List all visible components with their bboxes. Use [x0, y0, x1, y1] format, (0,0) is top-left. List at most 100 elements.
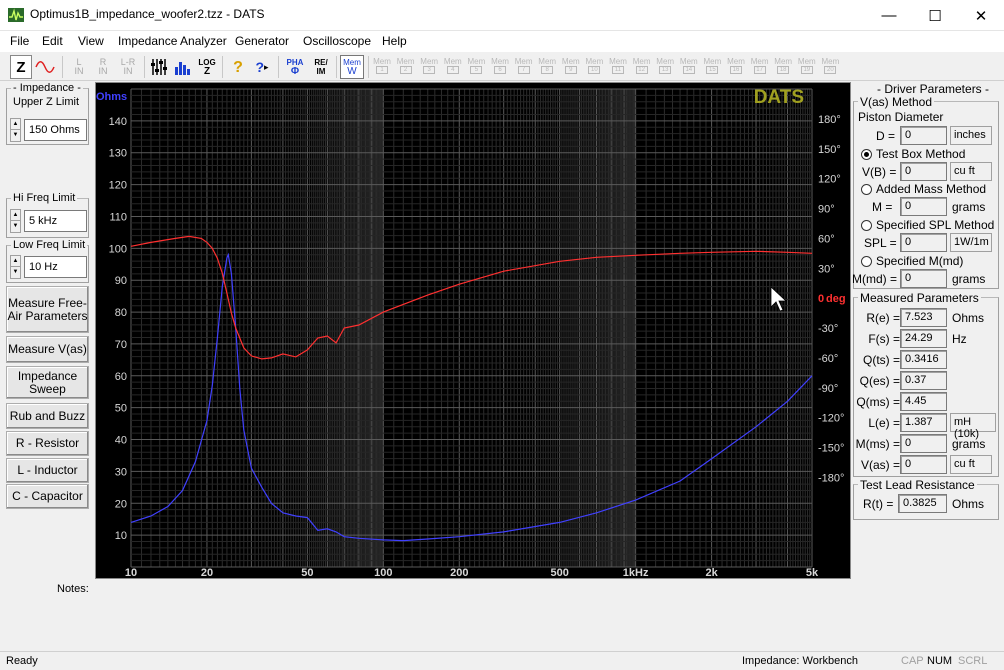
menu-file[interactable]: File — [10, 34, 29, 48]
low-freq-spinner[interactable]: ▲ ▼ — [10, 255, 21, 279]
memory-slot-label: Mem — [774, 57, 793, 66]
spl-field[interactable]: 0 — [900, 233, 947, 252]
left-input-button[interactable]: L IN — [68, 55, 90, 79]
measured-value[interactable]: 0 — [900, 455, 947, 474]
hi-freq-value[interactable]: 5 kHz — [24, 210, 87, 232]
right-input-button[interactable]: R IN — [92, 55, 114, 79]
spin-up-icon[interactable]: ▲ — [11, 256, 20, 267]
mmd-field[interactable]: 0 — [900, 269, 947, 288]
memory-slot-20[interactable]: Mem 20 — [820, 57, 840, 77]
phase-button[interactable]: PHA Φ — [283, 55, 307, 79]
generator-mode-button[interactable] — [34, 55, 56, 79]
memory-slot-14[interactable]: Mem 14 — [679, 57, 699, 77]
measure-free-air-button[interactable]: Measure Free-Air Parameters — [6, 286, 89, 333]
measured-value[interactable]: 0.37 — [900, 371, 947, 390]
help-button[interactable]: ? — [227, 55, 249, 79]
upper-z-value[interactable]: 150 Ohms — [24, 119, 87, 141]
rt-field[interactable]: 0.3825 — [898, 494, 947, 513]
capacitor-button[interactable]: C - Capacitor — [6, 484, 89, 509]
impedance-sweep-button[interactable]: Impedance Sweep — [6, 366, 89, 399]
memory-slot-2[interactable]: Mem 2 — [396, 57, 416, 77]
added-mass-field[interactable]: 0 — [900, 197, 947, 216]
menu-generator[interactable]: Generator — [235, 34, 289, 48]
measured-value[interactable]: 0 — [900, 434, 947, 453]
menu-impedance-analyzer[interactable]: Impedance Analyzer — [118, 34, 227, 48]
memory-slot-1[interactable]: Mem 1 — [372, 57, 392, 77]
test-lead-label: Test Lead Resistance — [858, 478, 977, 492]
impedance-plot[interactable]: 10 20 30 40 50 60 70 80 90 100 110 120 130 140 Ohms 180… — [95, 82, 851, 579]
memory-slot-number: 9 — [564, 66, 577, 74]
memory-slot-16[interactable]: Mem 16 — [726, 57, 746, 77]
close-button[interactable]: ✕ — [958, 0, 1004, 31]
y-tick-label: 90 — [115, 275, 127, 287]
measured-value[interactable]: 1.387 — [900, 413, 947, 432]
menu-view[interactable]: View — [78, 34, 104, 48]
memory-slot-number: 17 — [753, 66, 766, 74]
memory-slot-6[interactable]: Mem 6 — [490, 57, 510, 77]
measure-vas-button[interactable]: Measure V(as) — [6, 336, 89, 363]
log-z-button[interactable]: LOG Z — [196, 55, 218, 79]
vb-unit: cu ft — [950, 162, 992, 181]
status-scrl: SCRL — [958, 655, 988, 667]
measured-value[interactable]: 24.29 — [900, 329, 947, 348]
minimize-button[interactable]: — — [866, 0, 912, 31]
rub-and-buzz-button[interactable]: Rub and Buzz — [6, 403, 89, 429]
memory-slot-18[interactable]: Mem 18 — [773, 57, 793, 77]
spin-down-icon[interactable]: ▼ — [11, 221, 20, 232]
memory-slot-label: Mem — [585, 57, 604, 66]
piston-diameter-label: Piston Diameter — [858, 110, 944, 124]
left-right-input-button[interactable]: L-R IN — [116, 55, 140, 79]
menu-help[interactable]: Help — [382, 34, 407, 48]
measured-unit: Hz — [952, 332, 967, 346]
inductor-button[interactable]: L - Inductor — [6, 458, 89, 483]
memory-slot-number: 1 — [376, 66, 388, 74]
impedance-chart[interactable]: 102030405060708090100110120130140Ohms180… — [96, 83, 850, 579]
maximize-button[interactable]: ☐ — [912, 0, 958, 31]
bar-graph-button[interactable] — [172, 55, 194, 79]
memory-slot-11[interactable]: Mem 11 — [608, 57, 628, 77]
memory-slot-5[interactable]: Mem 5 — [466, 57, 486, 77]
memory-slot-13[interactable]: Mem 13 — [655, 57, 675, 77]
piston-diameter-field[interactable]: 0 — [900, 126, 947, 145]
upper-z-spinner[interactable]: ▲ ▼ — [10, 118, 21, 142]
low-freq-limit-group: Low Freq Limit ▲ ▼ 10 Hz — [6, 239, 89, 283]
memory-slot-label: Mem — [797, 57, 816, 66]
low-freq-value[interactable]: 10 Hz — [24, 256, 87, 278]
context-help-button[interactable]: ? ▸ — [251, 55, 273, 79]
memory-slot-9[interactable]: Mem 9 — [561, 57, 581, 77]
sliders-button[interactable] — [148, 55, 170, 79]
memory-slot-17[interactable]: Mem 17 — [750, 57, 770, 77]
spin-down-icon[interactable]: ▼ — [11, 130, 20, 141]
memory-slot-3[interactable]: Mem 3 — [419, 57, 439, 77]
specified-spl-radio[interactable] — [861, 220, 872, 231]
spin-up-icon[interactable]: ▲ — [11, 210, 20, 221]
spin-up-icon[interactable]: ▲ — [11, 119, 20, 130]
added-mass-radio[interactable] — [861, 184, 872, 195]
memory-slot-7[interactable]: Mem 7 — [514, 57, 534, 77]
hi-freq-spinner[interactable]: ▲ ▼ — [10, 209, 21, 233]
memory-slot-10[interactable]: Mem 10 — [584, 57, 604, 77]
memory-slot-4[interactable]: Mem 4 — [443, 57, 463, 77]
memory-slot-15[interactable]: Mem 15 — [702, 57, 722, 77]
vb-field[interactable]: 0 — [900, 162, 947, 181]
y-tick-label: 40 — [115, 435, 127, 447]
memory-slot-8[interactable]: Mem 8 — [537, 57, 557, 77]
mem-write-button[interactable]: Mem W — [340, 55, 364, 79]
memory-slot-12[interactable]: Mem 12 — [632, 57, 652, 77]
y2-axis-label: deg — [826, 293, 846, 305]
spin-down-icon[interactable]: ▼ — [11, 267, 20, 278]
measured-value[interactable]: 0.3416 — [900, 350, 947, 369]
y-axis-label: Ohms — [96, 91, 127, 103]
re-im-button[interactable]: RE/ IM — [309, 55, 333, 79]
menu-oscilloscope[interactable]: Oscilloscope — [303, 34, 371, 48]
measured-value[interactable]: 7.523 — [900, 308, 947, 327]
menu-edit[interactable]: Edit — [42, 34, 63, 48]
resistor-button[interactable]: R - Resistor — [6, 431, 89, 456]
test-box-radio[interactable] — [861, 149, 872, 160]
specified-mmd-radio[interactable] — [861, 256, 872, 267]
measured-label: Q(ts) = — [862, 353, 900, 367]
measured-value[interactable]: 4.45 — [900, 392, 947, 411]
impedance-mode-button[interactable]: Z — [10, 55, 32, 79]
im-label: IM — [316, 67, 326, 76]
memory-slot-19[interactable]: Mem 19 — [797, 57, 817, 77]
